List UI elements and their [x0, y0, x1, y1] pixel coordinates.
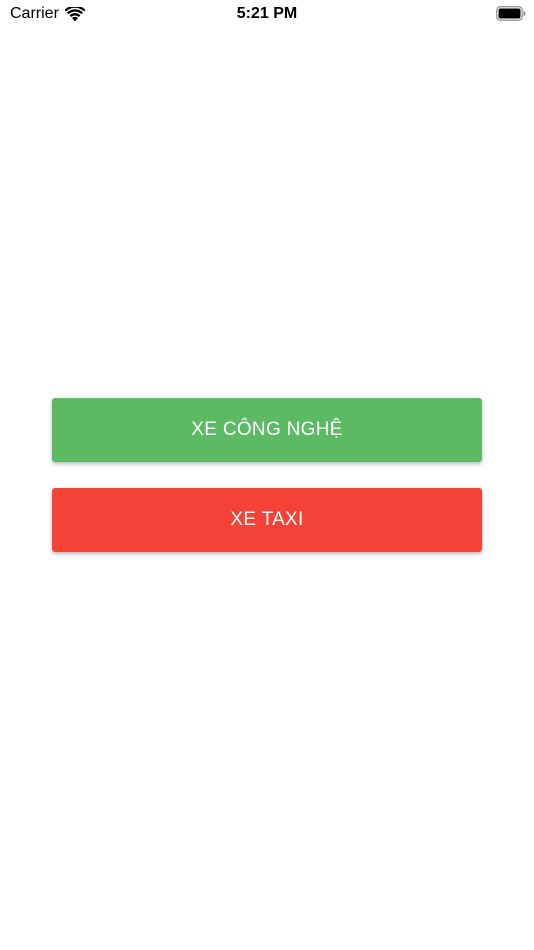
app-screen: Carrier 5:21 PM XE CÔNG NGHỆ XE TAXI — [0, 0, 534, 950]
status-time: 5:21 PM — [236, 5, 298, 22]
battery-icon — [496, 6, 526, 21]
tech-car-button[interactable]: XE CÔNG NGHỆ — [52, 398, 482, 462]
status-bar: Carrier 5:21 PM — [0, 0, 534, 28]
taxi-button-label: XE TAXI — [230, 509, 304, 530]
taxi-button[interactable]: XE TAXI — [52, 488, 482, 552]
tech-car-button-label: XE CÔNG NGHỆ — [191, 419, 343, 440]
